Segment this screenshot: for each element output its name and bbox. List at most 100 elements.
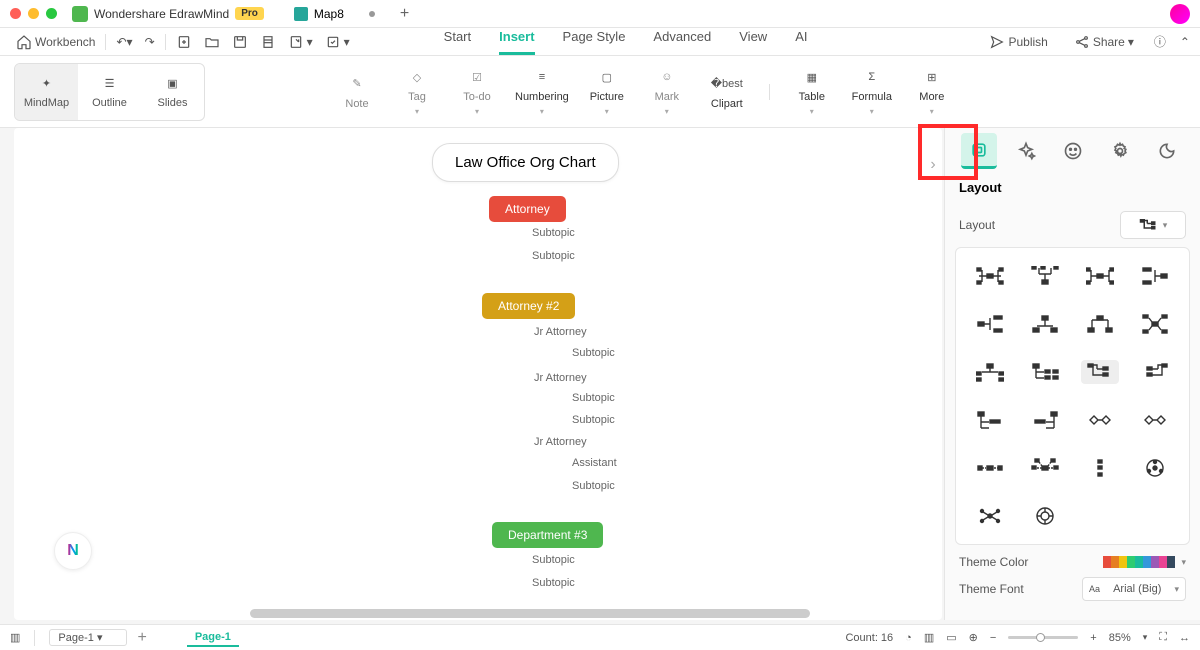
tool-numbering[interactable]: ≡Numbering▾ — [515, 67, 569, 116]
panel-tab-style[interactable] — [1008, 133, 1044, 169]
node-jr-attorney[interactable]: Jr Attorney — [534, 326, 587, 338]
layout-option-15[interactable] — [1081, 408, 1119, 432]
swatch[interactable] — [1167, 556, 1175, 568]
canvas[interactable]: Law Office Org Chart Attorney Subtopic S… — [14, 128, 942, 620]
layout-option-11[interactable] — [1081, 360, 1119, 384]
new-button[interactable] — [170, 34, 198, 50]
layout-option-20[interactable] — [1136, 456, 1174, 480]
swatch[interactable] — [1127, 556, 1135, 568]
swatch[interactable] — [1159, 556, 1167, 568]
workbench-button[interactable]: Workbench — [10, 34, 101, 50]
status-icon-4[interactable]: ⊕ — [969, 631, 978, 644]
export-button[interactable]: ▾ — [282, 34, 319, 50]
minimize-window[interactable] — [28, 8, 39, 19]
fit-button[interactable]: ↔ — [1179, 632, 1190, 644]
panel-tab-layout[interactable] — [961, 133, 997, 169]
panel-tab-history[interactable] — [1149, 133, 1185, 169]
subtopic[interactable]: Subtopic — [572, 480, 615, 492]
layout-option-10[interactable] — [1026, 360, 1064, 384]
menu-insert[interactable]: Insert — [499, 29, 534, 55]
node-department-3[interactable]: Department #3 — [492, 522, 603, 548]
horizontal-scrollbar[interactable] — [250, 609, 810, 618]
new-tab-button[interactable]: + — [400, 5, 409, 23]
tool-picture[interactable]: ▢Picture▾ — [585, 67, 629, 116]
status-icon-2[interactable]: ▥ — [924, 631, 934, 644]
help-button[interactable]: ⓘ — [1154, 33, 1166, 50]
subtopic[interactable]: Subtopic — [532, 554, 575, 566]
collapse-ribbon[interactable]: ⌃ — [1180, 35, 1190, 49]
layout-option-14[interactable] — [1026, 408, 1064, 432]
page-tab[interactable]: Page-1 — [187, 629, 239, 647]
redo-button[interactable]: ↷ — [139, 35, 161, 49]
swatch[interactable] — [1135, 556, 1143, 568]
share-button[interactable]: Share▾ — [1068, 34, 1140, 50]
maximize-window[interactable] — [46, 8, 57, 19]
layout-option-17[interactable] — [971, 456, 1009, 480]
layout-option-21[interactable] — [971, 504, 1009, 528]
tool-table[interactable]: ▦Table▾ — [790, 67, 834, 116]
subtopic[interactable]: Subtopic — [532, 250, 575, 262]
layout-option-9[interactable] — [971, 360, 1009, 384]
zoom-in[interactable]: + — [1090, 632, 1096, 644]
chevron-down-icon[interactable]: ▾ — [1181, 557, 1186, 568]
page-select[interactable]: Page-1 ▾ — [49, 629, 127, 646]
layout-option-7[interactable] — [1081, 312, 1119, 336]
layout-option-2[interactable] — [1026, 264, 1064, 288]
node-jr-attorney[interactable]: Jr Attorney — [534, 436, 587, 448]
layout-option-22[interactable] — [1026, 504, 1064, 528]
tool-tag[interactable]: ◇Tag▾ — [395, 67, 439, 116]
tool-clipart[interactable]: �bestClipart — [705, 74, 749, 110]
collapse-panel-button[interactable]: › — [924, 150, 942, 180]
subtopic[interactable]: Subtopic — [572, 414, 615, 426]
swatch[interactable] — [1119, 556, 1127, 568]
close-window[interactable] — [10, 8, 21, 19]
subtopic[interactable]: Subtopic — [532, 577, 575, 589]
menu-advanced[interactable]: Advanced — [653, 29, 711, 55]
tool-more[interactable]: ⊞More▾ — [910, 67, 954, 116]
layout-option-4[interactable] — [1136, 264, 1174, 288]
tool-formula[interactable]: ΣFormula▾ — [850, 67, 894, 116]
swatch[interactable] — [1151, 556, 1159, 568]
layout-option-5[interactable] — [971, 312, 1009, 336]
swatch[interactable] — [1111, 556, 1119, 568]
node-attorney-2[interactable]: Attorney #2 — [482, 293, 575, 319]
print-button[interactable] — [254, 34, 282, 50]
tool-todo[interactable]: ☑To-do▾ — [455, 67, 499, 116]
status-icon-1[interactable]: ◔ — [905, 632, 912, 644]
view-outline[interactable]: ☰ Outline — [78, 64, 141, 120]
root-node[interactable]: Law Office Org Chart — [432, 143, 619, 182]
user-avatar[interactable] — [1170, 4, 1190, 24]
menu-page-style[interactable]: Page Style — [563, 29, 626, 55]
subtopic[interactable]: Subtopic — [532, 227, 575, 239]
layout-option-6[interactable] — [1026, 312, 1064, 336]
document-tab[interactable]: Map8 — [284, 0, 385, 27]
view-slides[interactable]: ▣ Slides — [141, 64, 204, 120]
panel-tab-settings[interactable] — [1102, 133, 1138, 169]
layout-dropdown[interactable]: ▾ — [1120, 211, 1186, 239]
menu-start[interactable]: Start — [444, 29, 471, 55]
panel-tab-icon[interactable] — [1055, 133, 1091, 169]
save-button[interactable] — [226, 34, 254, 50]
tool-note[interactable]: ✎Note — [335, 74, 379, 110]
zoom-out[interactable]: − — [990, 632, 996, 644]
theme-swatches[interactable] — [1103, 556, 1175, 568]
tool-mark[interactable]: ☺Mark▾ — [645, 67, 689, 116]
add-page-button[interactable]: + — [137, 629, 146, 647]
layout-option-1[interactable] — [971, 264, 1009, 288]
open-button[interactable] — [198, 34, 226, 50]
subtopic[interactable]: Subtopic — [572, 347, 615, 359]
menu-ai[interactable]: AI — [795, 29, 807, 55]
fullscreen-button[interactable]: ⛶ — [1159, 631, 1167, 644]
layout-option-3[interactable] — [1081, 264, 1119, 288]
zoom-slider[interactable] — [1008, 636, 1078, 639]
menu-view[interactable]: View — [739, 29, 767, 55]
layout-option-12[interactable] — [1136, 360, 1174, 384]
layout-option-13[interactable] — [971, 408, 1009, 432]
ai-assistant-button[interactable]: N — [54, 532, 92, 570]
pages-icon[interactable]: ▥ — [10, 631, 20, 644]
publish-button[interactable]: Publish — [983, 34, 1053, 50]
layout-option-18[interactable] — [1026, 456, 1064, 480]
node-jr-attorney[interactable]: Jr Attorney — [534, 372, 587, 384]
status-icon-3[interactable]: ▭ — [946, 631, 956, 644]
swatch[interactable] — [1143, 556, 1151, 568]
